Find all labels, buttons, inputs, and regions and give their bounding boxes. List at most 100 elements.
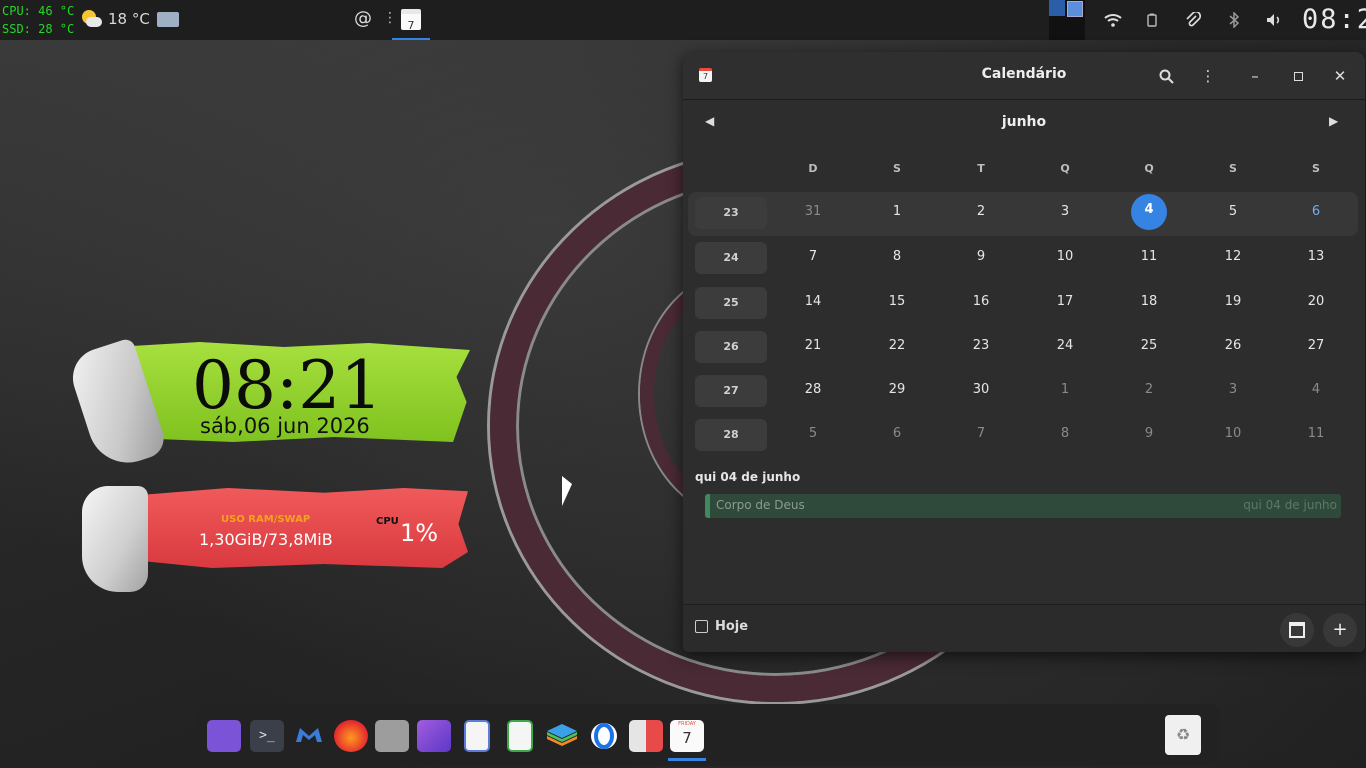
day-cell[interactable]: 12 [1213, 249, 1253, 264]
day-cell[interactable]: 19 [1213, 294, 1253, 309]
calendar-day-number: 7 [682, 729, 692, 747]
week-number: 28 [695, 419, 767, 451]
day-cell[interactable]: 7 [961, 426, 1001, 441]
day-cell[interactable]: 6 [1296, 204, 1336, 219]
day-cell[interactable]: 15 [877, 294, 917, 309]
day-cell[interactable]: 2 [961, 204, 1001, 219]
cpu-temperature: CPU: 46 °C [2, 4, 75, 18]
minimize-button[interactable]: – [1241, 62, 1269, 90]
day-cell[interactable]: 21 [793, 338, 833, 353]
day-cell[interactable]: 8 [1045, 426, 1085, 441]
desktop-date: sáb,06 jun 2026 [200, 414, 370, 438]
day-cell[interactable]: 2 [1129, 382, 1169, 397]
weather-widget[interactable]: 18 °C [80, 8, 150, 30]
week-number: 27 [695, 375, 767, 407]
day-cell[interactable]: 8 [877, 249, 917, 264]
day-cell[interactable]: 27 [1296, 338, 1336, 353]
day-cell[interactable]: 31 [793, 204, 833, 219]
day-cell[interactable]: 16 [961, 294, 1001, 309]
day-cell[interactable]: 20 [1296, 294, 1336, 309]
active-app-indicator [668, 758, 706, 761]
temperature-readout: CPU: 46 °C SSD: 28 °C [2, 2, 74, 38]
day-cell[interactable]: 7 [793, 249, 833, 264]
day-cell-today[interactable]: 4 [1131, 202, 1167, 217]
day-cell[interactable]: 10 [1213, 426, 1253, 441]
day-cell[interactable]: 1 [877, 204, 917, 219]
workspace-2[interactable] [1067, 1, 1083, 17]
month-title[interactable]: junho [683, 114, 1365, 130]
day-cell[interactable]: 30 [961, 382, 1001, 397]
day-cell[interactable]: 17 [1045, 294, 1085, 309]
day-cell[interactable]: 23 [961, 338, 1001, 353]
ram-swap-value: 1,30GiB/73,8MiB [199, 530, 333, 549]
taskbar-calendar-window[interactable]: 7 [392, 2, 430, 40]
text-editor-app-icon[interactable] [464, 720, 490, 752]
day-cell[interactable]: 4 [1296, 382, 1336, 397]
screenshot-app-icon[interactable] [417, 720, 451, 752]
day-cell[interactable]: 28 [793, 382, 833, 397]
volume-icon[interactable] [1266, 0, 1282, 40]
partly-cloudy-icon [80, 8, 102, 30]
top-clock[interactable]: 08:2 [1302, 4, 1366, 35]
weekday-header: Q [1060, 162, 1070, 175]
week-number: 24 [695, 242, 767, 274]
minimize-icon: – [1251, 67, 1259, 85]
day-cell[interactable]: 22 [877, 338, 917, 353]
layers-app-icon[interactable] [545, 720, 579, 752]
ssd-temperature: SSD: 28 °C [2, 22, 75, 36]
trash-icon[interactable]: ♻ [1165, 715, 1201, 755]
day-cell[interactable]: 25 [1129, 338, 1169, 353]
day-cell[interactable]: 5 [793, 426, 833, 441]
day-cell[interactable]: 26 [1213, 338, 1253, 353]
spreadsheet-app-icon[interactable] [507, 720, 533, 752]
terminal-app-icon[interactable]: >_ [250, 720, 284, 752]
day-cell[interactable]: 18 [1129, 294, 1169, 309]
settings-app-icon[interactable] [375, 720, 409, 752]
add-event-button[interactable]: + [1323, 613, 1357, 647]
day-cell[interactable]: 9 [1129, 426, 1169, 441]
day-cell[interactable]: 11 [1296, 426, 1336, 441]
maximize-icon [1293, 72, 1303, 81]
main-menu-button[interactable]: ⋮ [1194, 62, 1222, 90]
day-cell[interactable]: 10 [1045, 249, 1085, 264]
folder-icon[interactable] [157, 12, 179, 27]
day-cell[interactable]: 3 [1045, 204, 1085, 219]
opera-app-icon[interactable] [587, 720, 621, 752]
event-name: Corpo de Deus [716, 498, 805, 512]
week-number: 23 [695, 197, 767, 229]
calculator-app-icon[interactable] [629, 720, 663, 752]
today-button[interactable]: Hoje [695, 619, 748, 634]
bluetooth-icon[interactable] [1228, 0, 1240, 40]
view-toggle-button[interactable] [1280, 613, 1314, 647]
search-button[interactable] [1152, 62, 1180, 90]
day-cell[interactable]: 1 [1045, 382, 1085, 397]
day-cell[interactable]: 13 [1296, 249, 1336, 264]
day-cell[interactable]: 11 [1129, 249, 1169, 264]
firefox-app-icon[interactable] [334, 720, 368, 752]
today-button-label: Hoje [715, 619, 749, 634]
maximize-button[interactable] [1284, 62, 1312, 90]
workspace-switcher[interactable] [1049, 0, 1085, 40]
day-cell[interactable]: 24 [1045, 338, 1085, 353]
event-item[interactable]: Corpo de Deus qui 04 de junho [705, 494, 1341, 518]
mailspring-app-icon[interactable] [292, 720, 326, 752]
battery-icon[interactable] [1147, 0, 1157, 40]
calendar-today-icon [695, 620, 708, 633]
debian-logo-icon[interactable]: @ [354, 8, 372, 29]
day-cell[interactable]: 3 [1213, 382, 1253, 397]
day-cell[interactable]: 29 [877, 382, 917, 397]
plus-icon: + [1332, 619, 1348, 640]
dock: >_ FRIDAY 7 ♻ [197, 704, 1220, 766]
calendar-app-dock-icon[interactable]: FRIDAY 7 [670, 720, 704, 752]
day-cell[interactable]: 6 [877, 426, 917, 441]
weekday-header: S [1312, 162, 1320, 175]
day-cell[interactable]: 5 [1213, 204, 1253, 219]
day-cell[interactable]: 14 [793, 294, 833, 309]
workspace-1[interactable] [1049, 0, 1065, 16]
close-button[interactable]: ✕ [1326, 62, 1354, 90]
files-app-icon[interactable] [207, 720, 241, 752]
day-cell[interactable]: 9 [961, 249, 1001, 264]
wifi-icon[interactable] [1104, 0, 1122, 40]
next-month-button[interactable]: ▶ [1329, 114, 1338, 128]
paperclip-icon[interactable] [1185, 0, 1201, 40]
